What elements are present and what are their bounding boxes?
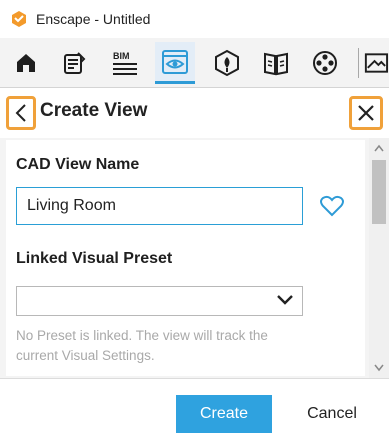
chevron-down-icon [277,295,293,305]
caret-up-icon [374,144,384,152]
window-title: Enscape - Untitled [36,11,151,27]
vertical-scrollbar[interactable] [369,138,389,378]
cad-view-name-input[interactable] [16,187,303,225]
home-icon [17,54,35,72]
visual-preset-select[interactable] [16,286,303,316]
toolbar-separator [358,48,359,78]
home-button[interactable] [6,42,46,84]
scroll-up-arrow[interactable] [373,142,385,154]
create-view-form: CAD View Name Linked Visual Preset No Pr… [6,140,365,376]
notes-button[interactable] [54,42,94,84]
scrollbar-thumb[interactable] [372,160,386,224]
export-image-button[interactable] [362,42,389,84]
export-image-icon [364,53,389,73]
bim-button[interactable]: BIM [105,42,145,84]
views-eye-icon [162,49,188,74]
panel-header: Create View [0,88,389,138]
close-button[interactable] [349,96,383,130]
asset-library-button[interactable] [207,42,247,84]
heart-icon [320,195,344,217]
bim-icon: BIM [113,51,137,75]
material-book-icon [264,52,288,76]
asset-library-icon [215,49,239,77]
enscape-logo-icon [12,11,26,27]
material-editor-button[interactable] [256,42,296,84]
caret-down-icon [374,364,384,372]
linked-visual-preset-label: Linked Visual Preset [16,250,173,267]
close-icon [358,105,374,121]
chevron-left-icon [15,104,26,122]
views-button[interactable] [155,42,195,84]
preset-helper-text: No Preset is linked. The view will track… [16,328,268,363]
video-editor-button[interactable] [305,42,345,84]
favorite-button[interactable] [318,193,346,219]
title-bar: Enscape - Untitled [0,0,389,38]
dialog-footer: Create Cancel [0,378,389,444]
bim-label: BIM [113,51,130,61]
notepad-icon [64,52,86,74]
main-toolbar: BIM [0,38,389,88]
back-button[interactable] [6,96,36,130]
page-title: Create View [40,100,148,121]
create-button[interactable]: Create [176,395,272,433]
scroll-down-arrow[interactable] [373,362,385,374]
video-reel-icon [313,51,337,75]
cancel-button[interactable]: Cancel [290,395,374,433]
cad-view-name-label: CAD View Name [16,156,140,173]
